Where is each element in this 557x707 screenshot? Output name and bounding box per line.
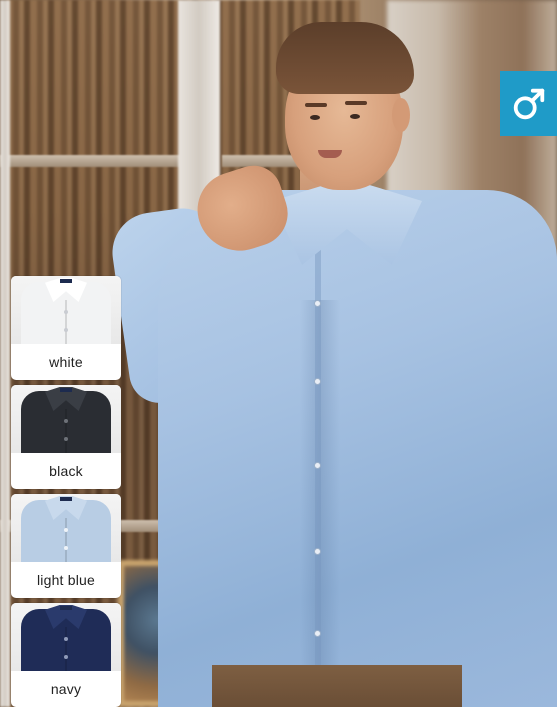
eye bbox=[350, 114, 360, 119]
swatch-label: light blue bbox=[36, 572, 96, 588]
swatch-shirt-button bbox=[64, 655, 68, 659]
swatch-shirt-placket bbox=[65, 518, 67, 562]
swatch-thumbnail bbox=[11, 385, 121, 453]
swatch-shirt-button bbox=[64, 310, 68, 314]
swatch-label: navy bbox=[50, 681, 82, 697]
swatch-label: white bbox=[49, 354, 83, 370]
model-hair bbox=[276, 22, 414, 94]
shirt-button bbox=[314, 300, 321, 307]
swatch-black[interactable]: black bbox=[11, 385, 121, 489]
swatch-light-blue[interactable]: light blue bbox=[11, 494, 121, 598]
light-blue-shirt bbox=[158, 190, 557, 707]
swatch-shirt-tag bbox=[60, 279, 72, 283]
swatch-shirt-placket bbox=[65, 409, 67, 453]
eyebrow bbox=[345, 101, 367, 105]
swatch-shirt-button bbox=[64, 637, 68, 641]
shirt-button bbox=[314, 378, 321, 385]
swatch-shirt-button bbox=[64, 546, 68, 550]
swatch-thumbnail bbox=[11, 494, 121, 562]
swatch-navy[interactable]: navy bbox=[11, 603, 121, 707]
swatch-shirt-tag bbox=[60, 497, 72, 501]
swatch-white[interactable]: white bbox=[11, 276, 121, 380]
swatch-shirt-placket bbox=[65, 300, 67, 344]
swatch-shirt-placket bbox=[65, 627, 67, 671]
swatch-label: black bbox=[49, 463, 83, 479]
eye bbox=[310, 115, 320, 120]
swatch-shirt-tag bbox=[60, 388, 72, 392]
swatch-shirt-button bbox=[64, 328, 68, 332]
swatch-shirt-button bbox=[64, 528, 68, 532]
swatch-shirt-button bbox=[64, 419, 68, 423]
trousers bbox=[212, 665, 462, 707]
model-ear bbox=[392, 98, 410, 132]
shirt-button bbox=[314, 548, 321, 555]
product-photo: white black light blue navy bbox=[0, 0, 557, 707]
shirt-button bbox=[314, 462, 321, 469]
swatch-shirt-tag bbox=[60, 606, 72, 610]
swatch-thumbnail bbox=[11, 276, 121, 344]
swatch-thumbnail bbox=[11, 603, 121, 671]
eyebrow bbox=[305, 103, 327, 107]
gender-badge bbox=[500, 71, 557, 136]
color-swatch-list: white black light blue navy bbox=[11, 276, 121, 707]
swatch-shirt-button bbox=[64, 437, 68, 441]
shirt-button bbox=[314, 630, 321, 637]
male-symbol-icon bbox=[513, 88, 544, 119]
